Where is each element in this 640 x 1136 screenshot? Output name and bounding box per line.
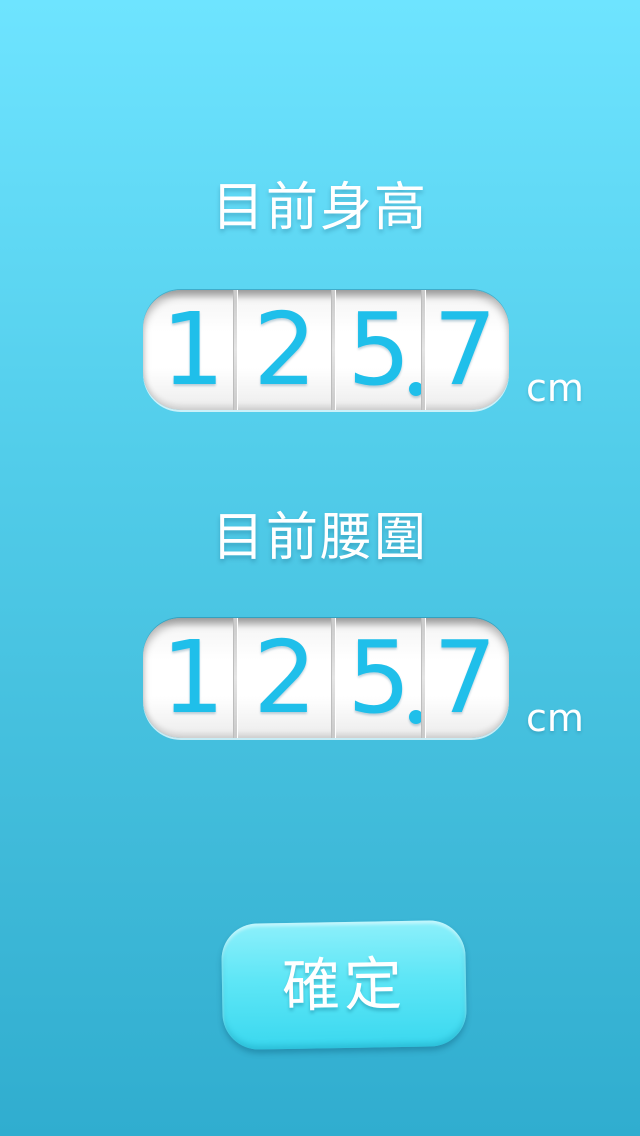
height-odometer-display[interactable]: 1 2 5 7 (143, 290, 509, 410)
height-unit: cm (526, 366, 584, 410)
waist-unit: cm (526, 696, 584, 740)
height-divider-1 (233, 290, 238, 410)
height-digit-tenths[interactable]: 7 (425, 290, 505, 410)
height-digit-tens[interactable]: 2 (239, 290, 331, 410)
waist-digit-tens[interactable]: 2 (239, 618, 331, 738)
height-label: 目前身高 (211, 178, 428, 238)
height-digit-hundreds[interactable]: 1 (149, 290, 237, 410)
waist-divider-1 (233, 618, 238, 738)
confirm-button[interactable]: 確定 (220, 919, 468, 1051)
waist-digit-tenths[interactable]: 7 (425, 618, 505, 738)
waist-odometer-display[interactable]: 1 2 5 7 (143, 618, 509, 738)
waist-label: 目前腰圍 (211, 508, 428, 568)
waist-digit-hundreds[interactable]: 1 (149, 618, 237, 738)
